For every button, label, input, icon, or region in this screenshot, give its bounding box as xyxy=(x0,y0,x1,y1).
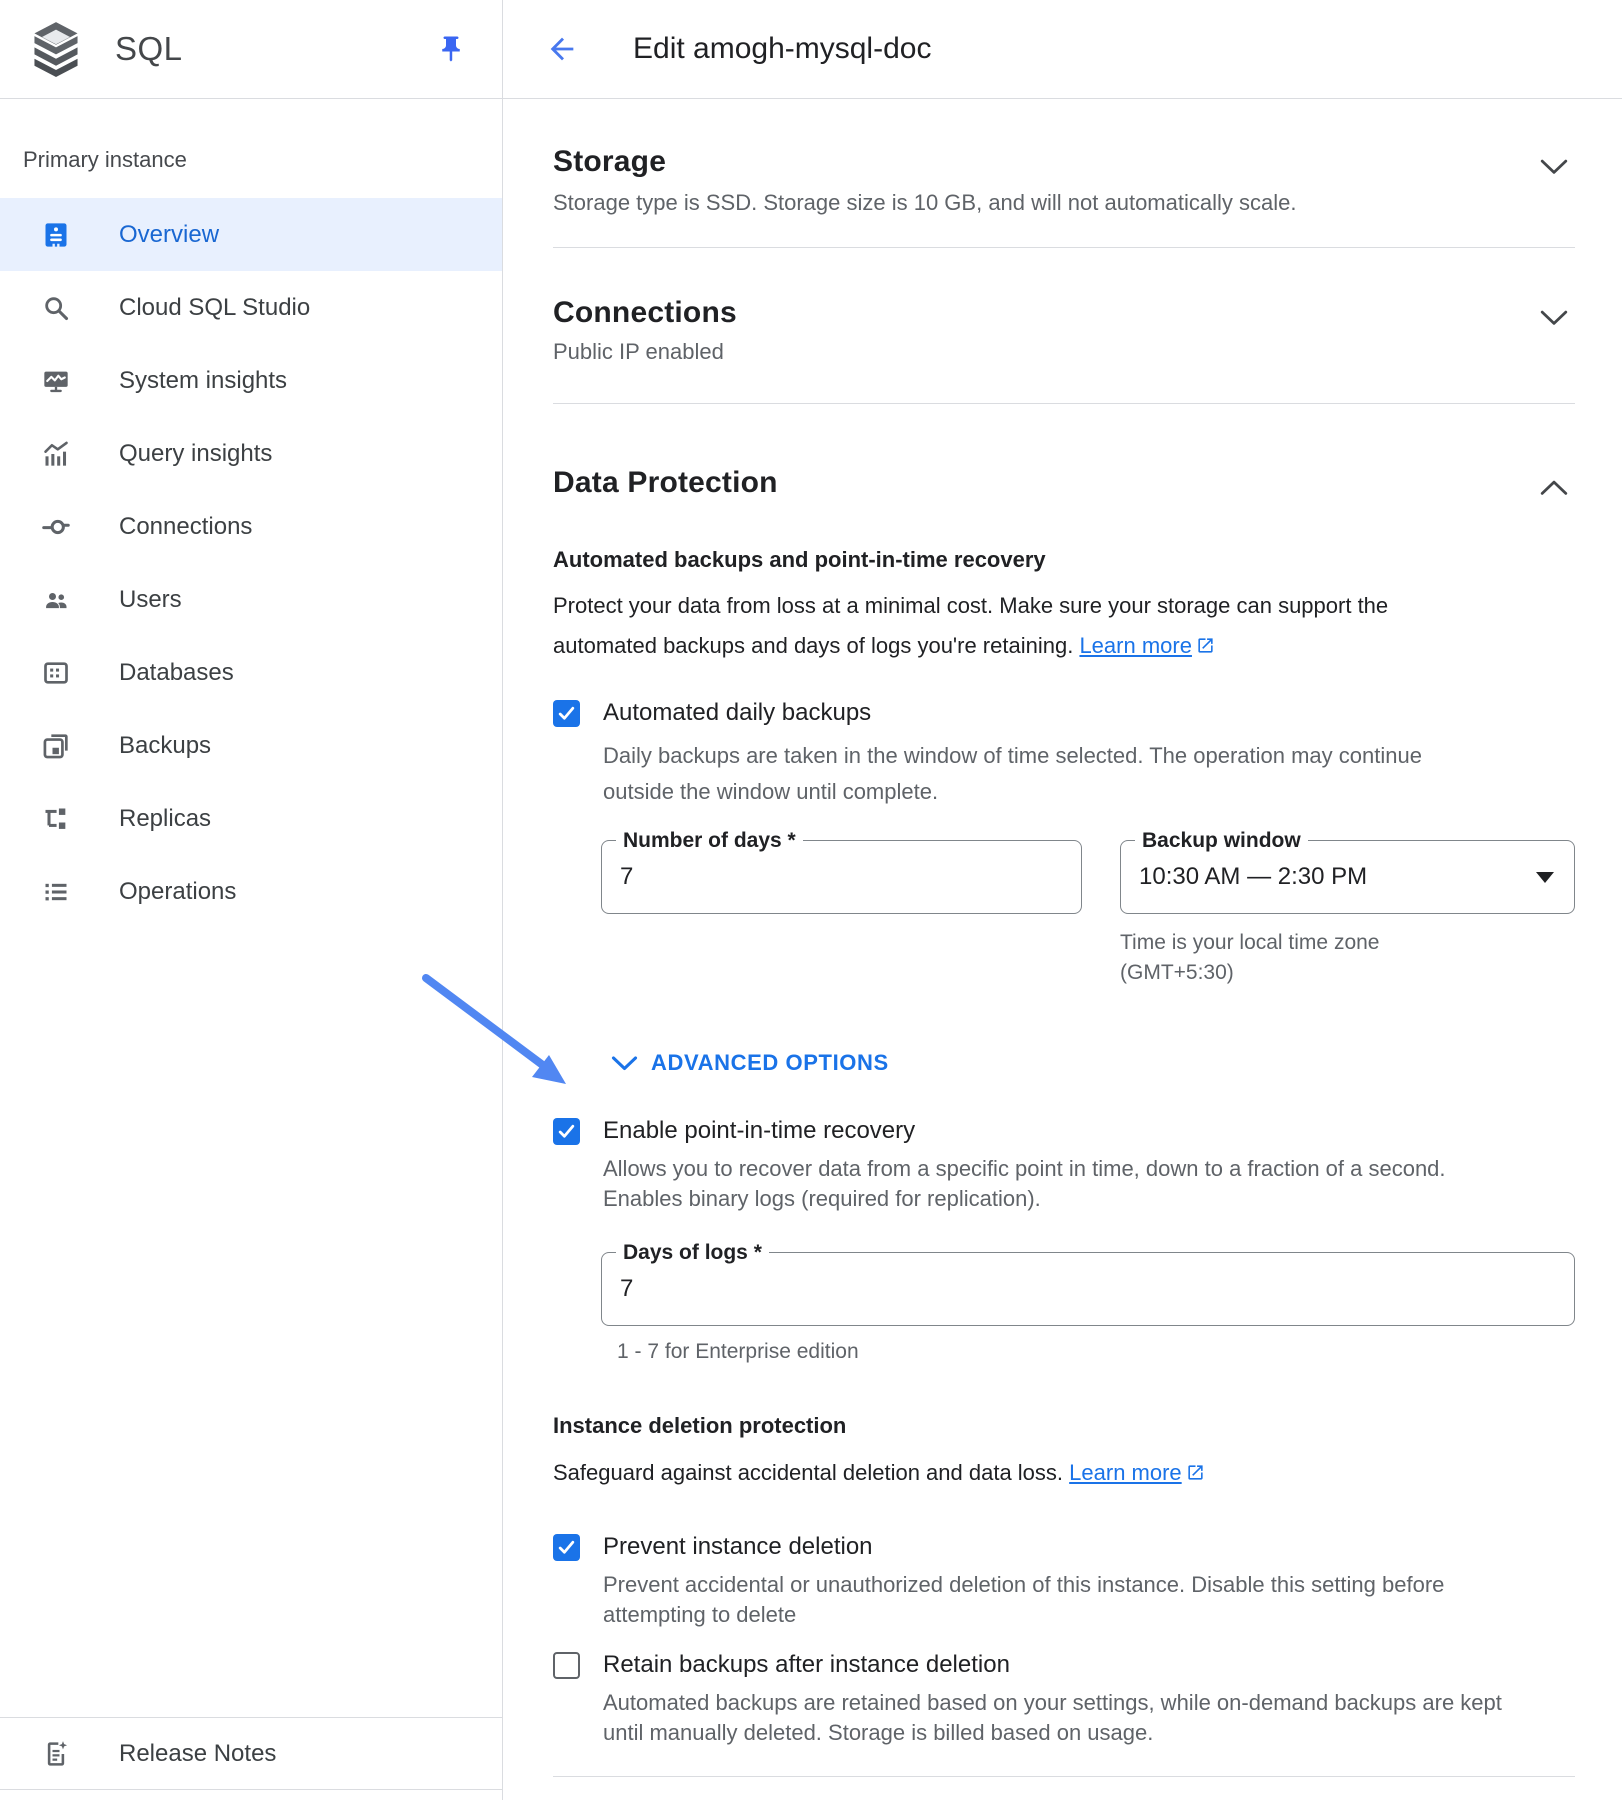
backups-icon xyxy=(41,731,71,761)
backup-window-select[interactable]: Backup window 10:30 AM — 2:30 PM xyxy=(1120,840,1575,914)
sidebar-item-label: Query insights xyxy=(119,440,272,468)
days-of-logs-field[interactable]: Days of logs * xyxy=(601,1252,1575,1326)
days-of-logs-helper: 1 - 7 for Enterprise edition xyxy=(617,1338,1575,1366)
learn-more-link[interactable]: Learn more xyxy=(1069,1460,1182,1485)
sidebar-section-label: Primary instance xyxy=(23,147,502,173)
sidebar: Primary instance Overview Cloud SQL Stud… xyxy=(0,99,503,1800)
sidebar-item-label: Replicas xyxy=(119,805,211,833)
page-title: Edit amogh-mysql-doc xyxy=(633,32,931,66)
product-title: SQL xyxy=(115,30,183,68)
chevron-down-icon xyxy=(611,1055,638,1072)
sidebar-item-label: Operations xyxy=(119,878,236,906)
system-insights-icon xyxy=(41,366,71,396)
external-link-icon xyxy=(1186,1463,1205,1482)
point-in-time-recovery-row: Enable point-in-time recovery xyxy=(553,1114,1575,1148)
retain-backups-row: Retain backups after instance deletion xyxy=(553,1648,1575,1682)
prevent-instance-deletion-checkbox[interactable] xyxy=(553,1534,580,1561)
instance-deletion-protection-heading: Instance deletion protection xyxy=(553,1412,1575,1440)
prevent-instance-deletion-row: Prevent instance deletion xyxy=(553,1530,1575,1564)
search-icon xyxy=(41,293,71,323)
connections-icon xyxy=(41,512,71,542)
checkbox-label: Retain backups after instance deletion xyxy=(603,1651,1010,1679)
chevron-up-icon[interactable] xyxy=(1539,478,1569,498)
storage-section-summary: Storage type is SSD. Storage size is 10 … xyxy=(553,189,1575,217)
sidebar-item-query-insights[interactable]: Query insights xyxy=(0,417,502,490)
data-protection-section-title: Data Protection xyxy=(553,464,778,502)
checkbox-label: Automated daily backups xyxy=(603,699,871,727)
sidebar-item-replicas[interactable]: Replicas xyxy=(0,782,502,855)
sidebar-item-connections[interactable]: Connections xyxy=(0,490,502,563)
users-icon xyxy=(41,585,71,615)
dropdown-arrow-icon xyxy=(1536,872,1554,883)
replicas-icon xyxy=(41,804,71,834)
storage-section-title: Storage xyxy=(553,143,666,181)
sidebar-item-label: Backups xyxy=(119,732,211,760)
backup-window-helper: Time is your local time zone (GMT+5:30) xyxy=(1120,928,1420,988)
retain-backups-checkbox[interactable] xyxy=(553,1652,580,1679)
page-header: Edit amogh-mysql-doc xyxy=(503,0,1622,99)
checkbox-label: Enable point-in-time recovery xyxy=(603,1117,915,1145)
external-link-icon xyxy=(1196,636,1215,655)
field-label: Number of days * xyxy=(616,829,803,853)
learn-more-link[interactable]: Learn more xyxy=(1079,633,1192,658)
sidebar-item-label: Overview xyxy=(119,221,219,249)
automated-daily-backups-description: Daily backups are taken in the window of… xyxy=(603,738,1433,810)
sidebar-item-operations[interactable]: Operations xyxy=(0,855,502,928)
databases-icon xyxy=(41,658,71,688)
automated-backups-description: Protect your data from loss at a minimal… xyxy=(553,586,1458,666)
sidebar-item-release-notes[interactable]: Release Notes xyxy=(0,1717,502,1790)
instance-deletion-protection-description: Safeguard against accidental deletion an… xyxy=(553,1458,1563,1488)
retain-backups-description: Automated backups are retained based on … xyxy=(603,1688,1538,1748)
query-insights-icon xyxy=(41,439,71,469)
connections-section-summary: Public IP enabled xyxy=(553,338,1575,366)
chevron-down-icon[interactable] xyxy=(1539,157,1569,177)
sidebar-item-label: Release Notes xyxy=(119,1740,276,1768)
main-content: Storage Storage type is SSD. Storage siz… xyxy=(503,99,1622,1800)
overview-icon xyxy=(41,220,71,250)
sidebar-item-overview[interactable]: Overview xyxy=(0,198,502,271)
cloud-sql-edit-page: SQL Edit amogh-mysql-doc Primary instanc… xyxy=(0,0,1622,1800)
point-in-time-recovery-checkbox[interactable] xyxy=(553,1118,580,1145)
backup-fields-row: Number of days * Backup window 10:30 AM … xyxy=(601,840,1575,988)
advanced-options-toggle[interactable]: ADVANCED OPTIONS xyxy=(611,1050,1575,1076)
connections-section: Connections Public IP enabled xyxy=(553,248,1575,404)
number-of-days-field[interactable]: Number of days * xyxy=(601,840,1082,914)
point-in-time-recovery-description: Allows you to recover data from a specif… xyxy=(603,1154,1463,1214)
automated-daily-backups-checkbox[interactable] xyxy=(553,700,580,727)
automated-daily-backups-row: Automated daily backups xyxy=(553,696,1575,730)
field-label: Days of logs * xyxy=(616,1241,769,1265)
data-protection-section: Data Protection Automated backups and po… xyxy=(553,404,1575,1777)
backup-window-value: 10:30 AM — 2:30 PM xyxy=(1121,863,1367,891)
field-label: Backup window xyxy=(1135,829,1308,853)
operations-icon xyxy=(41,877,71,907)
sidebar-item-cloud-sql-studio[interactable]: Cloud SQL Studio xyxy=(0,271,502,344)
sidebar-item-label: Cloud SQL Studio xyxy=(119,294,310,322)
sidebar-item-users[interactable]: Users xyxy=(0,563,502,636)
sidebar-item-system-insights[interactable]: System insights xyxy=(0,344,502,417)
checkbox-label: Prevent instance deletion xyxy=(603,1533,873,1561)
prevent-instance-deletion-description: Prevent accidental or unauthorized delet… xyxy=(603,1570,1473,1630)
backup-window-column: Backup window 10:30 AM — 2:30 PM Time is… xyxy=(1120,840,1575,988)
chevron-down-icon[interactable] xyxy=(1539,308,1569,328)
sidebar-item-backups[interactable]: Backups xyxy=(0,709,502,782)
connections-section-title: Connections xyxy=(553,294,737,332)
sidebar-item-label: Databases xyxy=(119,659,234,687)
release-notes-icon xyxy=(41,1739,71,1769)
automated-backups-heading: Automated backups and point-in-time reco… xyxy=(553,546,1575,574)
sidebar-item-databases[interactable]: Databases xyxy=(0,636,502,709)
sidebar-item-label: Connections xyxy=(119,513,252,541)
advanced-options-label: ADVANCED OPTIONS xyxy=(651,1050,889,1076)
cloud-sql-logo-icon xyxy=(30,21,82,77)
back-arrow-icon[interactable] xyxy=(545,32,579,66)
storage-section: Storage Storage type is SSD. Storage siz… xyxy=(553,99,1575,248)
sidebar-item-label: System insights xyxy=(119,367,287,395)
sidebar-header: SQL xyxy=(0,0,503,99)
pin-icon[interactable] xyxy=(436,34,466,64)
sidebar-item-label: Users xyxy=(119,586,182,614)
